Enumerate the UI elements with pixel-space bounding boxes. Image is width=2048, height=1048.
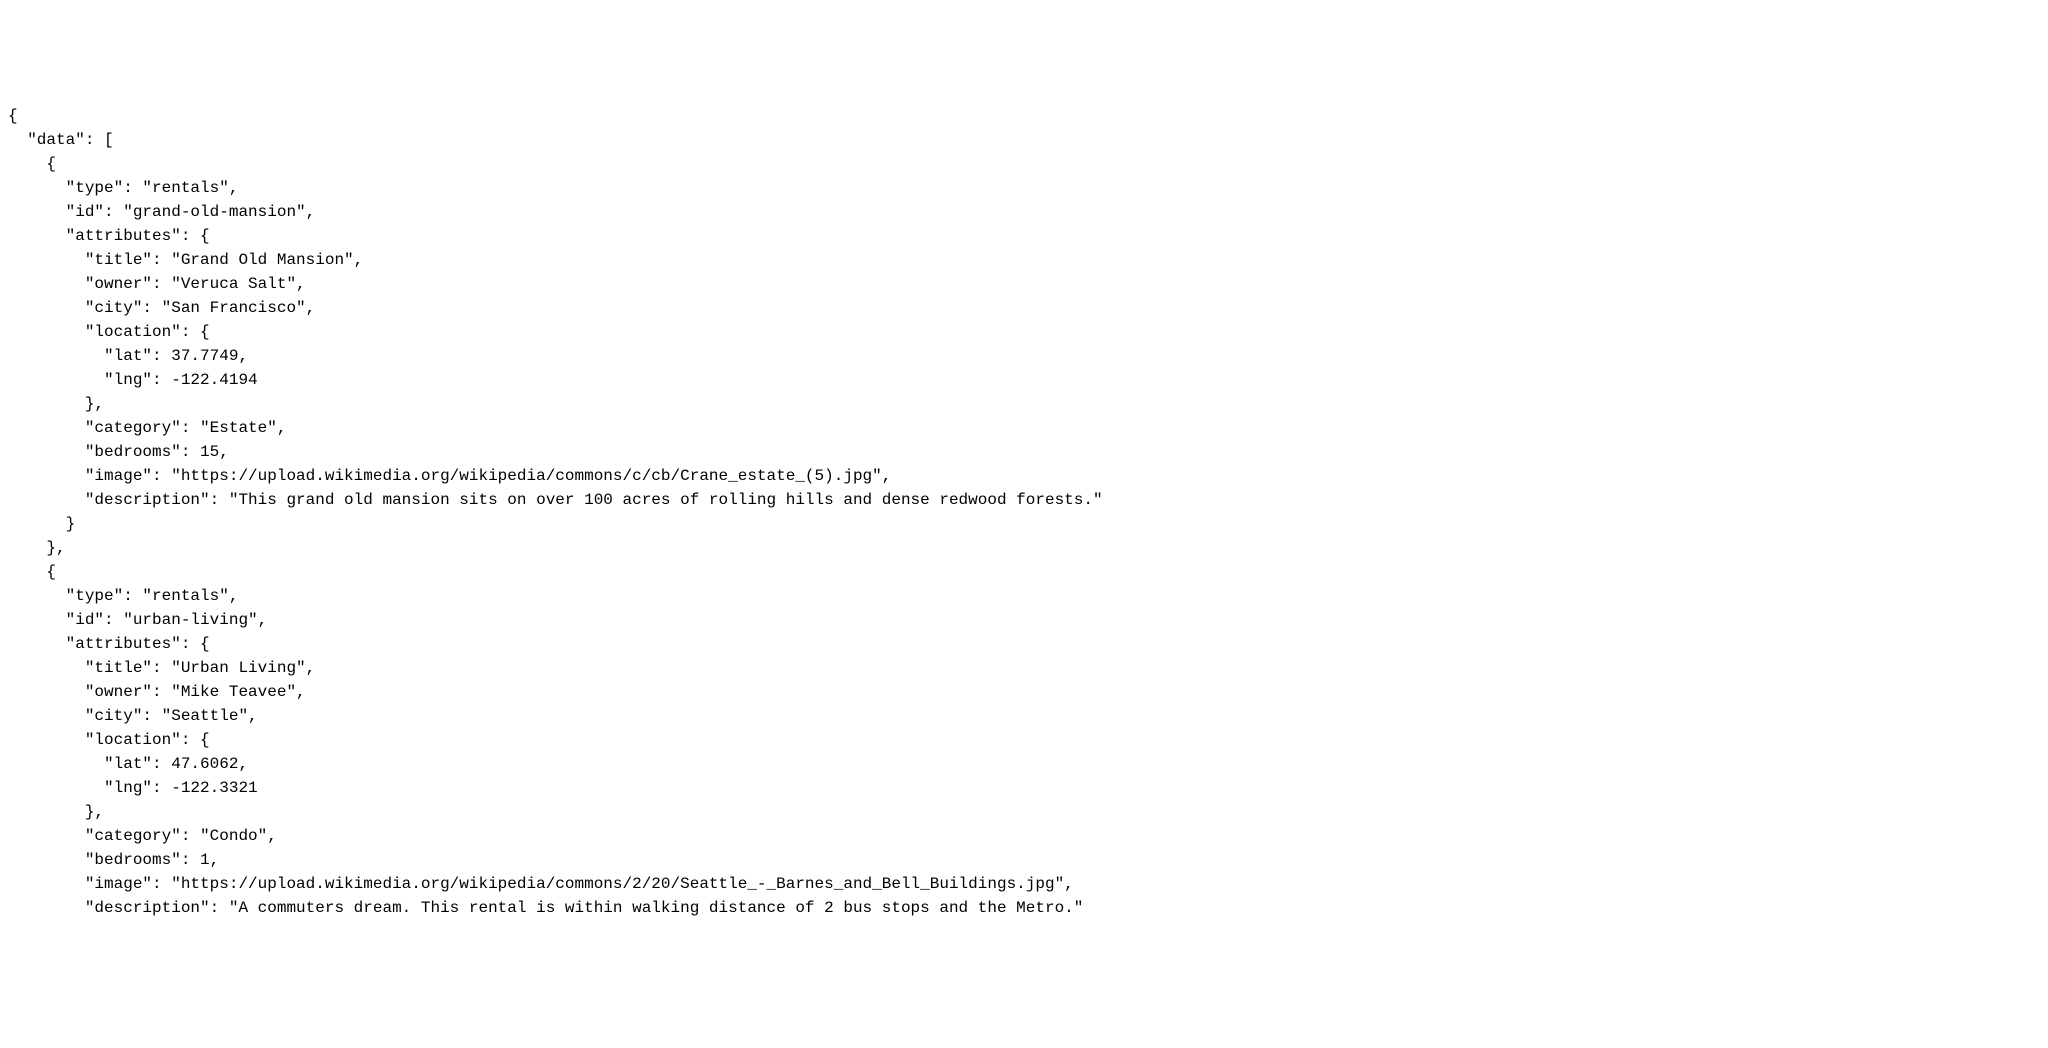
code-line: "description": "This grand old mansion s… — [8, 491, 1103, 509]
code-line: "city": "San Francisco", — [8, 299, 315, 317]
code-line: }, — [8, 395, 104, 413]
json-code-block: { "data": [ { "type": "rentals", "id": "… — [8, 104, 2040, 920]
code-line: "attributes": { — [8, 227, 210, 245]
code-line: "lng": -122.3321 — [8, 779, 258, 797]
code-line: "type": "rentals", — [8, 587, 238, 605]
code-line: { — [8, 563, 56, 581]
code-line: "city": "Seattle", — [8, 707, 258, 725]
code-line: "attributes": { — [8, 635, 210, 653]
code-line: "location": { — [8, 731, 210, 749]
code-line: }, — [8, 803, 104, 821]
code-line: "bedrooms": 15, — [8, 443, 229, 461]
code-line: "title": "Urban Living", — [8, 659, 315, 677]
code-line: "lng": -122.4194 — [8, 371, 258, 389]
code-line: "location": { — [8, 323, 210, 341]
code-line: "description": "A commuters dream. This … — [8, 899, 1083, 917]
code-line: "owner": "Veruca Salt", — [8, 275, 306, 293]
code-line: "category": "Condo", — [8, 827, 277, 845]
code-line: "bedrooms": 1, — [8, 851, 219, 869]
code-line: "lat": 37.7749, — [8, 347, 248, 365]
code-line: "data": [ — [8, 131, 114, 149]
code-line: "category": "Estate", — [8, 419, 286, 437]
code-line: "image": "https://upload.wikimedia.org/w… — [8, 875, 1074, 893]
code-line: "id": "grand-old-mansion", — [8, 203, 315, 221]
code-line: "title": "Grand Old Mansion", — [8, 251, 363, 269]
code-line: }, — [8, 539, 66, 557]
code-line: { — [8, 155, 56, 173]
code-line: "type": "rentals", — [8, 179, 238, 197]
code-line: "lat": 47.6062, — [8, 755, 248, 773]
code-line: "id": "urban-living", — [8, 611, 267, 629]
code-line: { — [8, 107, 18, 125]
code-line: "image": "https://upload.wikimedia.org/w… — [8, 467, 891, 485]
code-line: "owner": "Mike Teavee", — [8, 683, 306, 701]
code-line: } — [8, 515, 75, 533]
